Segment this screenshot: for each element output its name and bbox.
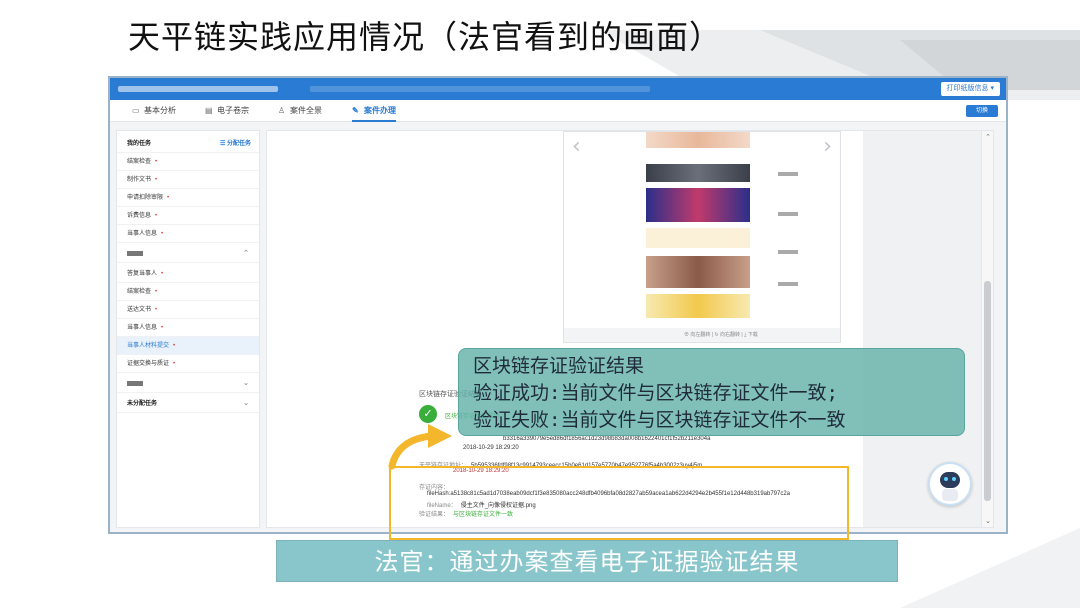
sidebar-group-redacted[interactable]: ⌃ xyxy=(117,245,259,263)
sidebar-item-label: 证据交换与质证 xyxy=(127,361,170,367)
sidebar-item-label: 当事人信息 xyxy=(127,231,158,237)
tab-bar: ▭ 基本分析 ▤ 电子卷宗 ♙ 案件全景 ✎ 案件办理 切换 xyxy=(110,100,1006,122)
assign-task-link[interactable]: ☰ 分配任务 xyxy=(220,135,251,153)
sidebar-unassigned[interactable]: 未分配任务 ⌄ xyxy=(117,395,259,413)
required-dot: • xyxy=(161,231,164,237)
robot-eye xyxy=(944,477,948,481)
task-sidebar: 我的任务 ☰ 分配任务 结案检查 • 制作文书 • 申请扣除审限 • 诉费信息 • 当事… xyxy=(116,130,260,528)
scrollbar[interactable]: ⌃ ⌄ xyxy=(981,131,993,527)
evidence-thumbnail xyxy=(646,132,750,148)
sidebar-item-label: 答复当事人 xyxy=(127,271,158,277)
required-dot: • xyxy=(173,343,176,349)
required-dot: • xyxy=(155,289,158,295)
callout-title: 区块链存证验证结果 xyxy=(473,355,645,377)
tab-basic-analysis[interactable]: ▭ 基本分析 xyxy=(132,100,176,122)
sidebar-heading: 我的任务 xyxy=(127,141,152,147)
chevron-up-icon: ⌃ xyxy=(243,250,249,257)
edit-icon: ✎ xyxy=(352,106,359,115)
people-icon: ♙ xyxy=(278,106,286,115)
redacted-label xyxy=(127,250,143,256)
side-note-redacted xyxy=(778,282,798,286)
sidebar-item-label: 当事人信息 xyxy=(127,325,158,331)
sidebar-item[interactable]: 证据交换与质证 • xyxy=(117,355,259,373)
evidence-time: 2018-10-29 18:29:20 xyxy=(463,445,519,451)
sidebar-my-tasks[interactable]: 我的任务 ☰ 分配任务 xyxy=(117,135,259,153)
sidebar-item[interactable]: 答复当事人 • xyxy=(117,265,259,283)
sidebar-item[interactable]: 当事人信息 • xyxy=(117,225,259,243)
switch-button[interactable]: 切换 xyxy=(965,105,998,117)
caption-banner: 法官：通过办案查看电子证据验证结果 xyxy=(276,540,898,582)
preview-toolbar[interactable]: ⊕ 向左翻转 | ↻ 向右翻转 | ⤓ 下载 xyxy=(564,328,840,342)
sidebar-item-label: 当事人材料提交 xyxy=(127,343,170,349)
required-dot: • xyxy=(155,177,158,183)
tab-label: 电子卷宗 xyxy=(217,106,249,115)
evidence-thumbnail xyxy=(646,164,750,182)
tab-e-dossier[interactable]: ▤ 电子卷宗 xyxy=(205,100,249,122)
side-note-redacted xyxy=(778,212,798,216)
sidebar-item[interactable]: 当事人信息 • xyxy=(117,319,259,337)
evidence-thumbnail xyxy=(646,256,750,288)
sidebar-item-label: 送达文书 xyxy=(127,307,152,313)
sidebar-item[interactable]: 结案检查 • xyxy=(117,153,259,171)
tab-label: 案件办理 xyxy=(364,106,396,115)
required-dot: • xyxy=(167,195,170,201)
sidebar-item-label: 结案检查 xyxy=(127,289,152,295)
main-gray-area xyxy=(863,131,993,527)
sidebar-item-active[interactable]: 当事人材料提交 • xyxy=(117,337,259,355)
sidebar-item-label: 结案检查 xyxy=(127,159,152,165)
required-dot: • xyxy=(155,307,158,313)
sidebar-item-label: 制作文书 xyxy=(127,177,152,183)
chevron-down-icon: ⌄ xyxy=(243,380,249,387)
sidebar-item[interactable]: 制作文书 • xyxy=(117,171,259,189)
topbar-title-redacted xyxy=(118,86,278,92)
verification-callout: 区块链存证验证结果 验证成功:当前文件与区块链存证文件一致; 验证失败:当前文件… xyxy=(458,348,965,436)
evidence-thumbnail xyxy=(646,188,750,222)
sidebar-item[interactable]: 结案检查 • xyxy=(117,283,259,301)
required-dot: • xyxy=(161,325,164,331)
tab-case-handling[interactable]: ✎ 案件办理 xyxy=(352,100,396,122)
chevron-down-icon[interactable]: ⌄ xyxy=(985,517,991,525)
evidence-thumbnail xyxy=(646,294,750,318)
sidebar-item[interactable]: 申请扣除审限 • xyxy=(117,189,259,207)
side-note-redacted xyxy=(778,250,798,254)
chart-icon: ▭ xyxy=(132,106,140,115)
folder-icon: ▤ xyxy=(205,106,213,115)
evidence-thumbnail xyxy=(646,228,750,248)
evidence-hash: b3316a339079e5ed86df1856ac1d23d98b83da00… xyxy=(503,436,711,442)
sidebar-item-label: 诉费信息 xyxy=(127,213,152,219)
chevron-right-icon[interactable]: › xyxy=(823,134,832,159)
chevron-left-icon[interactable]: ‹ xyxy=(572,134,581,159)
chevron-up-icon[interactable]: ⌃ xyxy=(985,133,991,141)
required-dot: • xyxy=(161,271,164,277)
redacted-label xyxy=(127,380,143,386)
app-topbar: 打印纸版信息 ▾ xyxy=(110,78,1006,100)
required-dot: • xyxy=(173,361,176,367)
side-note-redacted xyxy=(778,172,798,176)
sidebar-item[interactable]: 送达文书 • xyxy=(117,301,259,319)
tab-case-overview[interactable]: ♙ 案件全景 xyxy=(278,100,322,122)
highlight-box xyxy=(389,466,849,540)
tab-label: 基本分析 xyxy=(144,106,176,115)
sidebar-item-label: 申请扣除审限 xyxy=(127,195,164,201)
callout-success: 验证成功:当前文件与区块链存证文件一致; xyxy=(473,382,838,404)
curved-arrow-icon xyxy=(388,424,452,470)
required-dot: • xyxy=(155,159,158,165)
robot-face xyxy=(940,472,960,488)
sidebar-heading: 未分配任务 xyxy=(127,401,158,407)
robot-eye xyxy=(952,477,956,481)
assistant-robot-icon[interactable] xyxy=(928,462,972,506)
evidence-preview: ‹ › ⊕ 向左翻转 | ↻ 向右翻转 | ⤓ 下载 xyxy=(563,131,841,343)
tab-label: 案件全景 xyxy=(290,106,322,115)
scroll-thumb[interactable] xyxy=(984,281,991,501)
topbar-case-redacted xyxy=(310,86,650,92)
sidebar-group-redacted[interactable]: ⌄ xyxy=(117,375,259,393)
required-dot: • xyxy=(155,213,158,219)
slide-title: 天平链实践应用情况（法官看到的画面） xyxy=(128,18,723,56)
callout-failure: 验证失败:当前文件与区块链存证文件不一致 xyxy=(473,409,846,431)
print-button[interactable]: 打印纸版信息 ▾ xyxy=(940,82,1000,96)
chevron-down-icon: ⌄ xyxy=(243,400,249,407)
robot-body xyxy=(942,489,958,501)
sidebar-item[interactable]: 诉费信息 • xyxy=(117,207,259,225)
